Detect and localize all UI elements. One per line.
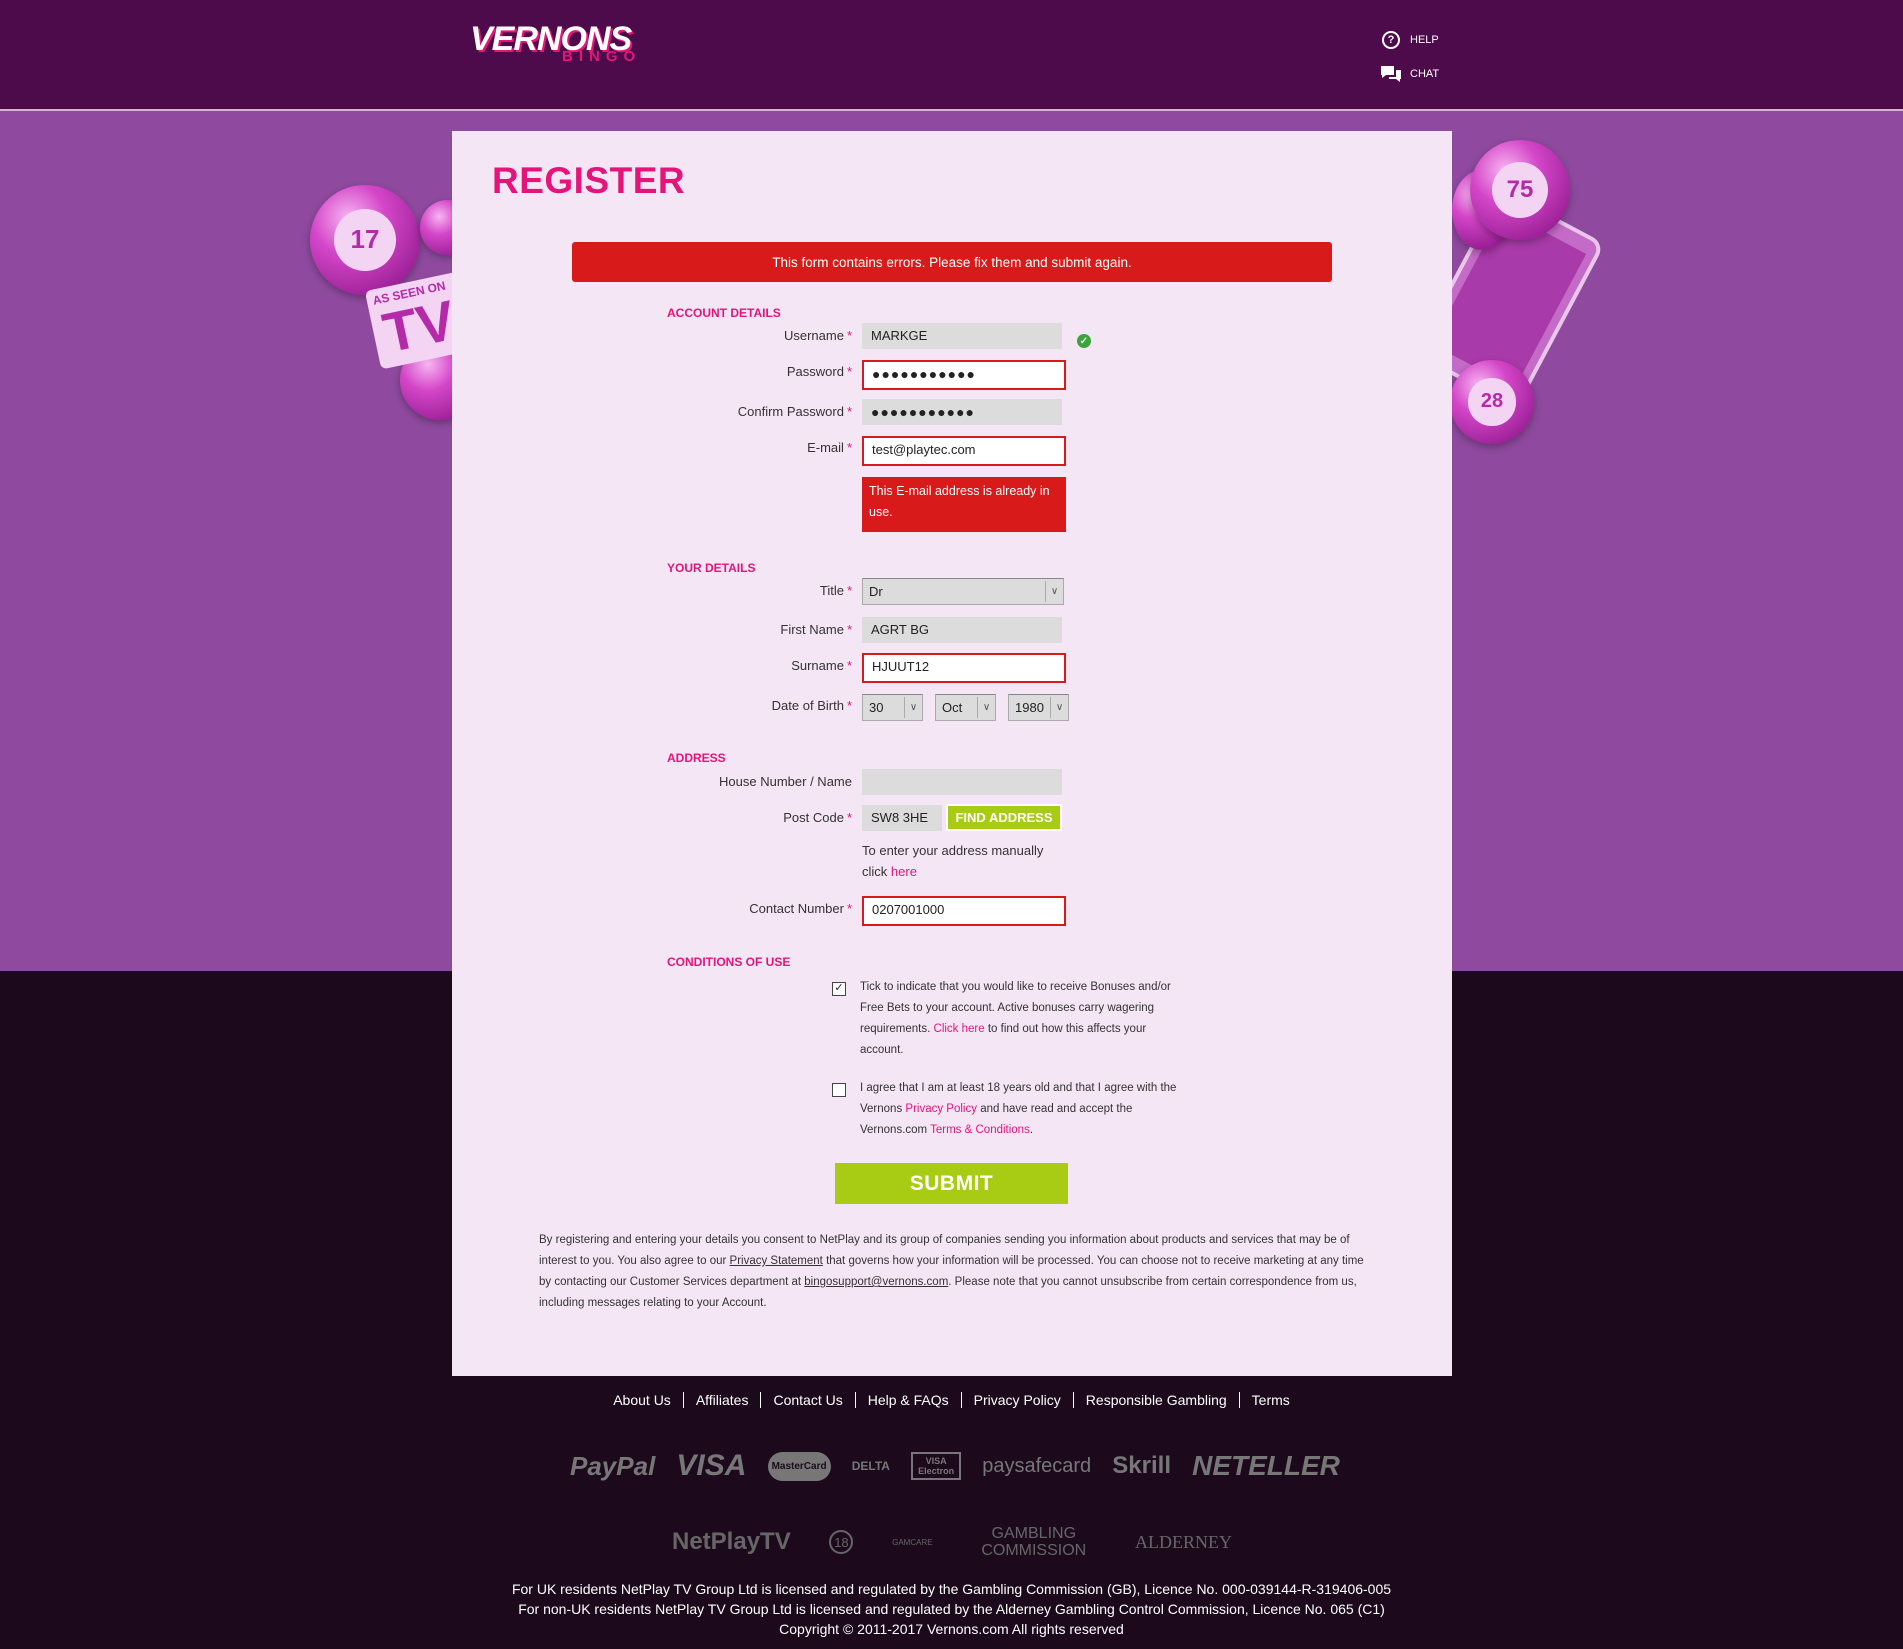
postcode-label: Post Code * bbox=[783, 810, 852, 825]
contact-number-field[interactable]: 0207001000 bbox=[862, 896, 1066, 926]
bingo-ball-75: 75 bbox=[1470, 140, 1570, 240]
footer-link-affiliates[interactable]: Affiliates bbox=[684, 1392, 762, 1408]
support-email-link[interactable]: bingosupport@vernons.com bbox=[804, 1276, 948, 1288]
title-selected: Dr bbox=[869, 584, 883, 599]
paysafecard-logo: paysafecard bbox=[982, 1454, 1092, 1477]
netplaytv-logo: NetPlayTV bbox=[672, 1528, 791, 1555]
legal-line-uk: For UK residents NetPlay TV Group Ltd is… bbox=[511, 1581, 1392, 1597]
footer-link-help[interactable]: Help & FAQs bbox=[856, 1392, 962, 1408]
address-heading: ADDRESS bbox=[667, 751, 726, 765]
chat-link[interactable]: CHAT bbox=[1380, 63, 1439, 85]
copyright: Copyright © 2011-2017 Vernons.com All ri… bbox=[779, 1621, 1124, 1637]
logo-subtitle: BINGO bbox=[562, 48, 642, 65]
alderney-logo: ALDERNEY bbox=[1134, 1531, 1232, 1552]
contact-number-label: Contact Number * bbox=[749, 901, 852, 916]
dob-day-selected: 30 bbox=[869, 700, 884, 715]
ball-number: 17 bbox=[334, 209, 396, 271]
privacy-statement-link[interactable]: Privacy Statement bbox=[730, 1255, 823, 1267]
title-select[interactable]: Dr ∨ bbox=[862, 578, 1064, 605]
age-terms-checkbox[interactable] bbox=[832, 1083, 846, 1097]
email-label: E-mail * bbox=[807, 440, 852, 455]
footer-link-terms[interactable]: Terms bbox=[1240, 1392, 1302, 1408]
dob-label: Date of Birth * bbox=[771, 698, 852, 713]
password-field[interactable]: ●●●●●●●●●●● bbox=[862, 360, 1066, 390]
first-name-field[interactable]: AGRT BG bbox=[862, 617, 1062, 643]
manual-address-link[interactable]: here bbox=[891, 864, 917, 879]
house-number-field[interactable] bbox=[862, 769, 1062, 795]
chat-label: CHAT bbox=[1410, 68, 1440, 80]
paypal-logo: PayPal bbox=[570, 1450, 656, 1481]
password-label: Password * bbox=[786, 364, 852, 379]
ball-number: 28 bbox=[1468, 378, 1516, 426]
valid-check-icon: ✓ bbox=[1077, 334, 1091, 348]
ball-number: 75 bbox=[1492, 162, 1548, 218]
email-field[interactable]: test@playtec.com bbox=[862, 436, 1066, 466]
confirm-password-field[interactable]: ●●●●●●●●●●● bbox=[862, 399, 1062, 425]
tv-sign-text: TV bbox=[377, 288, 461, 365]
email-error-message: This E-mail address is already in use. bbox=[862, 477, 1066, 532]
first-name-label: First Name * bbox=[780, 622, 852, 637]
neteller-logo: NETELLER bbox=[1192, 1450, 1340, 1481]
chevron-down-icon: ∨ bbox=[977, 697, 995, 718]
gambling-commission-logo: GAMBLING COMMISSION bbox=[981, 1525, 1087, 1559]
footer-link-contact[interactable]: Contact Us bbox=[761, 1392, 856, 1408]
site-header: VERNONS BINGO ? HELP CHAT bbox=[0, 0, 1903, 111]
footer-link-responsible[interactable]: Responsible Gambling bbox=[1074, 1392, 1240, 1408]
submit-button[interactable]: SUBMIT bbox=[835, 1163, 1068, 1204]
confirm-password-label: Confirm Password * bbox=[737, 404, 852, 419]
skrill-logo: Skrill bbox=[1112, 1452, 1171, 1479]
dob-month-select[interactable]: Oct ∨ bbox=[935, 694, 996, 721]
help-label: HELP bbox=[1410, 34, 1439, 46]
chevron-down-icon: ∨ bbox=[1050, 697, 1068, 718]
footer-nav: About Us Affiliates Contact Us Help & FA… bbox=[0, 1392, 1903, 1408]
legal-text: For UK residents NetPlay TV Group Ltd is… bbox=[0, 1579, 1903, 1639]
surname-label: Surname * bbox=[791, 658, 852, 673]
dob-day-select[interactable]: 30 ∨ bbox=[862, 694, 923, 721]
vernons-bingo-logo[interactable]: VERNONS BINGO bbox=[470, 22, 660, 65]
terms-conditions-link[interactable]: Terms & Conditions bbox=[930, 1124, 1030, 1136]
bingo-ball-28: 28 bbox=[1450, 360, 1534, 444]
find-address-button[interactable]: FIND ADDRESS bbox=[946, 804, 1062, 831]
regulator-logos: NetPlayTV 18 GAMCARE GAMBLING COMMISSION… bbox=[672, 1524, 1232, 1560]
surname-field[interactable]: HJUUT12 bbox=[862, 653, 1066, 683]
bonus-info-link[interactable]: Click here bbox=[934, 1023, 985, 1035]
help-link[interactable]: ? HELP bbox=[1380, 29, 1439, 51]
mastercard-logo: MasterCard bbox=[767, 1451, 831, 1481]
username-field[interactable]: MARKGE bbox=[862, 323, 1062, 349]
privacy-policy-link[interactable]: Privacy Policy bbox=[905, 1103, 977, 1115]
dob-year-selected: 1980 bbox=[1015, 700, 1044, 715]
chat-icon bbox=[1380, 63, 1402, 85]
dob-year-select[interactable]: 1980 ∨ bbox=[1008, 694, 1069, 721]
marketing-consent-text: By registering and entering your details… bbox=[539, 1234, 1364, 1309]
form-error-banner: This form contains errors. Please fix th… bbox=[572, 242, 1332, 282]
postcode-field[interactable]: SW8 3HE bbox=[862, 805, 942, 831]
footer-link-about[interactable]: About Us bbox=[601, 1392, 684, 1408]
legal-line-non-uk: For non-UK residents NetPlay TV Group Lt… bbox=[518, 1601, 1385, 1617]
visa-electron-logo: VISA Electron bbox=[911, 1452, 962, 1480]
title-label: Title * bbox=[819, 583, 852, 598]
bonus-consent-text: Tick to indicate that you would like to … bbox=[860, 981, 1171, 1056]
chevron-down-icon: ∨ bbox=[904, 697, 922, 718]
age-18-icon: 18 bbox=[829, 1530, 854, 1554]
conditions-heading: CONDITIONS OF USE bbox=[667, 955, 791, 969]
payment-logos: PayPal VISA MasterCard DELTA VISA Electr… bbox=[570, 1444, 1340, 1488]
page-title: REGISTER bbox=[492, 160, 686, 201]
gamcare-logo: GAMCARE bbox=[892, 1537, 933, 1547]
your-details-heading: YOUR DETAILS bbox=[667, 561, 756, 575]
chevron-down-icon: ∨ bbox=[1045, 581, 1063, 602]
username-label: Username * bbox=[783, 328, 852, 343]
help-icon: ? bbox=[1380, 29, 1402, 51]
manual-address-hint: To enter your address manually click her… bbox=[862, 843, 1044, 879]
footer-link-privacy[interactable]: Privacy Policy bbox=[962, 1392, 1074, 1408]
bingo-ball-17: 17 bbox=[310, 185, 420, 295]
age-terms-text: I agree that I am at least 18 years old … bbox=[860, 1082, 1177, 1136]
account-details-heading: ACCOUNT DETAILS bbox=[667, 306, 781, 320]
visa-logo: VISA bbox=[676, 1449, 747, 1482]
delta-logo: DELTA bbox=[851, 1459, 890, 1473]
house-number-label: House Number / Name bbox=[719, 774, 852, 789]
bonus-checkbox[interactable]: ✓ bbox=[832, 982, 846, 996]
dob-month-selected: Oct bbox=[942, 700, 963, 715]
